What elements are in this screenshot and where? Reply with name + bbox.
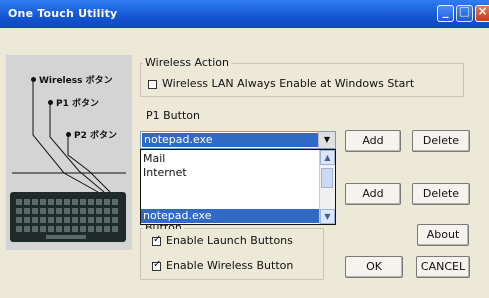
p1-dropdown-list[interactable]: Mail Internet notepad.exe ▲ ▼ [140,149,336,225]
dropdown-option[interactable]: Internet [143,166,187,180]
keyboard-image [10,192,126,242]
maximize-button[interactable]: □ [456,4,473,22]
p1-button-label: P1 ボタン [56,99,99,109]
enable-launch-label: Enable Launch Buttons [166,234,293,247]
p2-marker-icon [66,132,71,137]
utility-window: One Touch Utility _ □ × Wireless ボタン P1 … [0,0,489,298]
ok-button[interactable]: OK [345,256,403,278]
p1-add-button[interactable]: Add [345,130,401,152]
about-button[interactable]: About [417,224,469,246]
scroll-down-icon[interactable]: ▼ [320,209,335,224]
title-bar[interactable]: One Touch Utility _ □ × [0,0,489,28]
p1-marker-icon [48,100,53,105]
enable-wireless-label: Enable Wireless Button [166,259,294,272]
wireless-button-label: Wireless ボタン [39,76,113,86]
p1-combo-value: notepad.exe [142,133,318,147]
dropdown-scrollbar[interactable]: ▲ ▼ [319,150,335,224]
chevron-down-icon[interactable]: ▼ [318,132,335,148]
p1-delete-button[interactable]: Delete [412,130,470,152]
dropdown-option-selected[interactable]: notepad.exe [141,209,323,223]
scroll-thumb[interactable] [321,168,333,188]
p2-delete-button[interactable]: Delete [412,183,470,205]
window-title: One Touch Utility [8,7,118,20]
keyboard-illustration: Wireless ボタン P1 ボタン P2 ボタン [6,55,132,250]
close-icon: × [477,4,488,18]
wireless-marker-icon [31,77,36,82]
p1-button-label: P1 Button [146,109,200,122]
enable-launch-checkbox[interactable] [152,234,161,246]
enable-wireless-checkbox[interactable] [152,259,161,271]
wireless-action-legend: Wireless Action [143,56,231,69]
cancel-button[interactable]: CANCEL [416,256,470,278]
p1-combo-box[interactable]: notepad.exe ▼ [140,131,336,149]
scroll-up-icon[interactable]: ▲ [320,150,335,165]
wireless-always-enable-label: Wireless LAN Always Enable at Windows St… [162,77,415,90]
minimize-button[interactable]: _ [437,4,454,22]
minimize-icon: _ [442,4,449,18]
wireless-always-enable-checkbox[interactable] [148,80,157,89]
p2-button-label: P2 ボタン [74,131,117,141]
dropdown-option[interactable]: Mail [143,152,165,166]
maximize-icon: □ [458,4,471,18]
p2-add-button[interactable]: Add [345,183,401,205]
close-button[interactable]: × [475,4,489,22]
